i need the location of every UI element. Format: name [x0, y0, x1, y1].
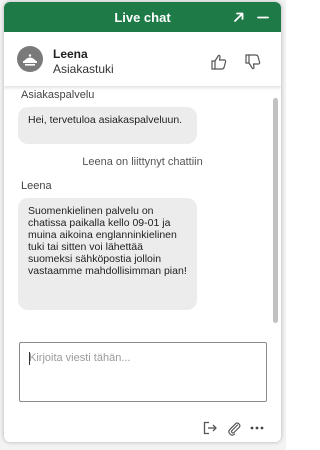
- minimize-icon[interactable]: [254, 8, 272, 26]
- text-caret: [29, 352, 30, 365]
- system-message: Leena on liittynyt chattiin: [82, 156, 203, 168]
- chat-footer: [4, 410, 281, 442]
- person-avatar-icon: [17, 46, 43, 72]
- thumbs-down-icon[interactable]: [243, 52, 263, 72]
- thumbs-up-icon[interactable]: [209, 52, 229, 72]
- scrollbar-thumb[interactable]: [273, 98, 278, 323]
- message-bubble: Hei, tervetuloa asiakaspalveluun.: [18, 107, 197, 144]
- end-chat-icon[interactable]: [202, 420, 218, 436]
- agent-role: Asiakastuki: [53, 62, 114, 76]
- agent-info-bar: Leena Asiakastuki: [4, 32, 281, 86]
- more-options-icon[interactable]: [249, 420, 265, 436]
- message-sender: Leena: [21, 180, 52, 192]
- agent-name: Leena: [53, 47, 88, 61]
- expand-arrow-icon[interactable]: [230, 8, 248, 26]
- message-list[interactable]: Asiakaspalvelu Hei, tervetuloa asiakaspa…: [4, 86, 281, 328]
- live-chat-window: Live chat Leena Asiakastuki Asiakaspalve…: [4, 2, 281, 442]
- message-scrollbar[interactable]: [273, 98, 278, 323]
- message-bubble: Suomenkielinen palvelu on chatissa paika…: [18, 198, 197, 310]
- message-sender: Asiakaspalvelu: [21, 89, 95, 101]
- chat-header: Live chat: [4, 2, 281, 32]
- message-input-box[interactable]: [19, 342, 267, 402]
- message-input[interactable]: [20, 343, 266, 401]
- paperclip-icon[interactable]: [226, 420, 242, 436]
